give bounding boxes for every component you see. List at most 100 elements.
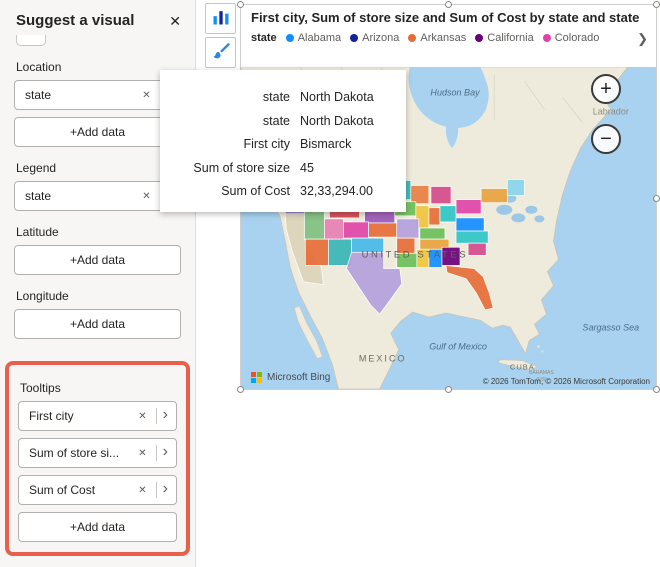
field-menu-chevron-icon[interactable]: › <box>161 481 170 499</box>
legend: state Alabama Arizona Arkansas Californi… <box>251 31 648 45</box>
field-chip-legend-state[interactable]: state ✕ › <box>14 181 181 211</box>
tooltip-row: Sum of Cost 32,33,294.00 <box>166 184 396 198</box>
pane-header: Suggest a visual ✕ <box>0 0 195 33</box>
legend-item-label: Colorado <box>554 31 600 44</box>
tooltip-value: North Dakota <box>300 113 374 128</box>
remove-field-icon[interactable]: ✕ <box>133 483 151 498</box>
field-chip-label: state <box>25 189 52 203</box>
data-tooltip: state North Dakota state North Dakota Fi… <box>160 70 406 212</box>
remove-field-icon[interactable]: ✕ <box>133 409 151 424</box>
resize-handle[interactable] <box>653 1 660 8</box>
bar-chart-icon <box>211 7 231 30</box>
add-data-button-latitude[interactable]: +Add data <box>14 245 181 275</box>
bing-logo: Microsoft Bing <box>251 372 330 383</box>
legend-item[interactable]: Colorado <box>542 31 600 44</box>
field-chip-label: Sum of store si... <box>29 446 120 460</box>
resize-handle[interactable] <box>237 1 244 8</box>
field-chip-label: Sum of Cost <box>29 483 96 497</box>
legend-item[interactable]: California <box>475 31 534 44</box>
map-label-gulf-of-mexico: Gulf of Mexico <box>429 341 487 351</box>
legend-item-label: Arkansas <box>420 31 467 44</box>
tooltip-row: state North Dakota <box>166 114 396 128</box>
tooltip-label: First city <box>243 137 290 151</box>
paint-brush-icon <box>211 41 231 64</box>
resize-handle[interactable] <box>653 386 660 393</box>
legend-item-label: Arizona <box>362 31 400 44</box>
map-label-labrador: Labrador <box>593 107 629 117</box>
field-chip-label: First city <box>29 409 74 423</box>
tooltip-label: Sum of store size <box>193 160 290 175</box>
legend-item[interactable]: Arizona <box>350 32 399 44</box>
map-label-mexico: MEXICO <box>359 354 407 364</box>
well-tooltips-label: Tooltips <box>20 381 61 395</box>
well-longitude: Longitude +Add data <box>14 289 181 339</box>
well-legend: Legend state ✕ › <box>14 161 181 211</box>
tooltip-row: Sum of store size 45 <box>166 161 396 175</box>
map-label-bahamas: BAHAMAS <box>529 370 554 376</box>
field-chip-tooltip-store-size[interactable]: Sum of store si... ✕ › <box>18 438 177 468</box>
legend-item[interactable]: Arkansas <box>408 32 466 44</box>
visual-suggestions-button[interactable] <box>205 3 236 34</box>
chip-divider <box>155 445 157 461</box>
bing-logo-text: Microsoft Bing <box>267 372 331 383</box>
legend-item-label: California <box>487 31 534 44</box>
add-data-button-tooltips[interactable]: +Add data <box>18 512 177 542</box>
close-icon[interactable]: ✕ <box>169 14 181 28</box>
legend-dot <box>350 33 359 42</box>
legend-dot <box>285 33 294 42</box>
zoom-out-button[interactable]: − <box>591 124 621 154</box>
legend-title: state <box>251 31 277 44</box>
well-legend-label: Legend <box>16 161 57 175</box>
remove-field-icon[interactable]: ✕ <box>137 189 155 204</box>
legend-dot <box>475 33 484 42</box>
map-label-hudson-bay: Hudson Bay <box>430 87 480 97</box>
tooltip-value: 32,33,294.00 <box>300 184 373 198</box>
tooltip-label: state <box>262 113 290 128</box>
legend-item[interactable]: Alabama <box>285 31 342 44</box>
field-menu-chevron-icon[interactable]: › <box>161 444 170 462</box>
on-object-toolbar <box>205 3 237 68</box>
map-attribution: © 2026 TomTom, © 2026 Microsoft Corporat… <box>482 377 650 386</box>
tooltip-value: Bismarck <box>300 137 352 151</box>
legend-scroll-right-icon[interactable]: ❯ <box>637 32 648 45</box>
tooltip-row: state North Dakota <box>166 90 396 104</box>
chip-divider <box>155 482 157 498</box>
add-data-button-location[interactable]: +Add data <box>14 117 181 147</box>
format-visual-button[interactable] <box>205 37 236 68</box>
chip-divider <box>155 408 157 424</box>
remove-field-icon[interactable]: ✕ <box>137 88 155 103</box>
resize-handle[interactable] <box>237 386 244 393</box>
tooltip-value: North Dakota <box>300 90 374 104</box>
zoom-in-button[interactable]: + <box>591 74 621 104</box>
well-latitude: Latitude +Add data <box>14 225 181 275</box>
resize-handle[interactable] <box>653 195 660 202</box>
add-data-button-longitude[interactable]: +Add data <box>14 309 181 339</box>
well-location-label: Location <box>16 60 62 74</box>
legend-dot <box>542 33 551 42</box>
powerbi-canvas: Suggest a visual ✕ Location state ✕ › +A… <box>0 0 660 567</box>
remove-field-icon[interactable]: ✕ <box>133 446 151 461</box>
well-longitude-label: Longitude <box>16 289 69 303</box>
resize-handle[interactable] <box>445 1 452 8</box>
tooltip-label: state <box>262 90 290 104</box>
map-label-sargasso-sea: Sargasso Sea <box>582 322 639 332</box>
field-chip-label: state <box>25 88 52 102</box>
field-chip-location-state[interactable]: state ✕ › <box>14 80 181 110</box>
tooltip-row: First city Bismarck <box>166 137 396 151</box>
well-tooltips-highlight: Tooltips First city ✕ › Sum of store si.… <box>5 361 190 556</box>
legend-item-label: Alabama <box>297 31 342 44</box>
tooltip-value: 45 <box>300 160 314 175</box>
visual-title: First city, Sum of store size and Sum of… <box>251 10 640 25</box>
well-location: Location state ✕ › +Add data <box>14 60 181 147</box>
tooltip-label: Sum of Cost <box>221 184 290 198</box>
field-chip-tooltip-cost[interactable]: Sum of Cost ✕ › <box>18 475 177 505</box>
scrolled-chip-fragment <box>16 35 46 46</box>
microsoft-logo-icon <box>251 372 262 383</box>
legend-dot <box>408 33 417 42</box>
well-latitude-label: Latitude <box>16 225 59 239</box>
pane-title: Suggest a visual <box>16 12 135 29</box>
field-chip-tooltip-first-city[interactable]: First city ✕ › <box>18 401 177 431</box>
resize-handle[interactable] <box>445 386 452 393</box>
field-menu-chevron-icon[interactable]: › <box>161 407 170 425</box>
map-label-united-states: UNITED STATES <box>362 249 469 260</box>
